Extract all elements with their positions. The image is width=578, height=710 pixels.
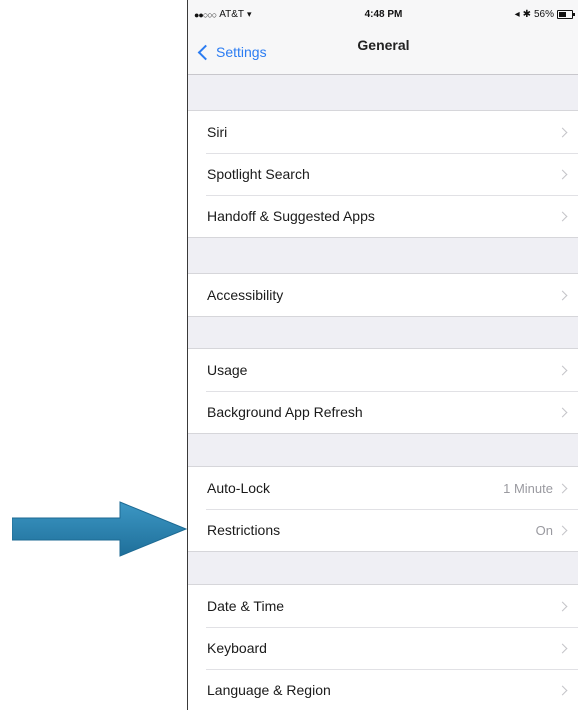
chevron-right-icon — [557, 127, 568, 137]
settings-group-usage: Usage Background App Refresh — [188, 348, 578, 434]
chevron-right-icon — [557, 483, 568, 493]
list-item-keyboard[interactable]: Keyboard — [188, 627, 578, 669]
chevron-right-icon — [557, 290, 568, 300]
annotation-arrow — [12, 501, 188, 557]
chevron-right-icon — [557, 169, 568, 179]
chevron-right-icon — [557, 685, 568, 695]
settings-group-auto-lock: Auto-Lock 1 Minute Restrictions On — [188, 466, 578, 552]
row-label: Handoff & Suggested Apps — [207, 208, 375, 224]
annotation-arrow-shape — [12, 501, 188, 557]
chevron-right-icon — [557, 211, 568, 221]
bluetooth-icon: ✱ — [522, 9, 531, 20]
list-item-language-region[interactable]: Language & Region — [188, 669, 578, 710]
settings-group-accessibility: Accessibility — [188, 273, 578, 317]
chevron-right-icon — [557, 407, 568, 417]
list-item-spotlight-search[interactable]: Spotlight Search — [188, 153, 578, 195]
list-item-usage[interactable]: Usage — [188, 349, 578, 391]
row-label: Accessibility — [207, 287, 284, 303]
row-value: On — [535, 522, 553, 538]
row-label: Keyboard — [207, 640, 267, 656]
status-right: ◂ ✱ 56% — [514, 9, 575, 20]
battery-icon — [557, 10, 575, 19]
chevron-right-icon — [557, 601, 568, 611]
list-item-background-app-refresh[interactable]: Background App Refresh — [188, 391, 578, 433]
row-label: Spotlight Search — [207, 166, 310, 182]
list-item-auto-lock[interactable]: Auto-Lock 1 Minute — [188, 467, 578, 509]
row-label: Auto-Lock — [207, 480, 271, 496]
phone-screen: ●●○○○ AT&T ▾ 4:48 PM ◂ ✱ 56% Settings Ge… — [187, 0, 578, 710]
row-label: Usage — [207, 362, 248, 378]
location-icon: ◂ — [514, 9, 520, 20]
list-item-restrictions[interactable]: Restrictions On — [188, 509, 578, 551]
status-bar: ●●○○○ AT&T ▾ 4:48 PM ◂ ✱ 56% — [188, 0, 578, 30]
chevron-right-icon — [557, 365, 568, 375]
list-item-date-time[interactable]: Date & Time — [188, 585, 578, 627]
settings-group-siri: Siri Spotlight Search Handoff & Suggeste… — [188, 110, 578, 238]
row-label: Siri — [207, 124, 228, 140]
row-value: 1 Minute — [503, 480, 553, 496]
list-item-handoff[interactable]: Handoff & Suggested Apps — [188, 195, 578, 237]
list-item-accessibility[interactable]: Accessibility — [188, 274, 578, 316]
settings-group-date-time: Date & Time Keyboard Language & Region — [188, 584, 578, 710]
row-label: Background App Refresh — [207, 404, 363, 420]
battery-percent: 56% — [533, 9, 554, 20]
row-label: Language & Region — [207, 682, 331, 698]
page-title: General — [357, 37, 410, 53]
list-item-siri[interactable]: Siri — [188, 111, 578, 153]
row-label: Restrictions — [207, 522, 281, 538]
row-label: Date & Time — [207, 598, 285, 614]
chevron-right-icon — [557, 643, 568, 653]
chevron-right-icon — [557, 525, 568, 535]
